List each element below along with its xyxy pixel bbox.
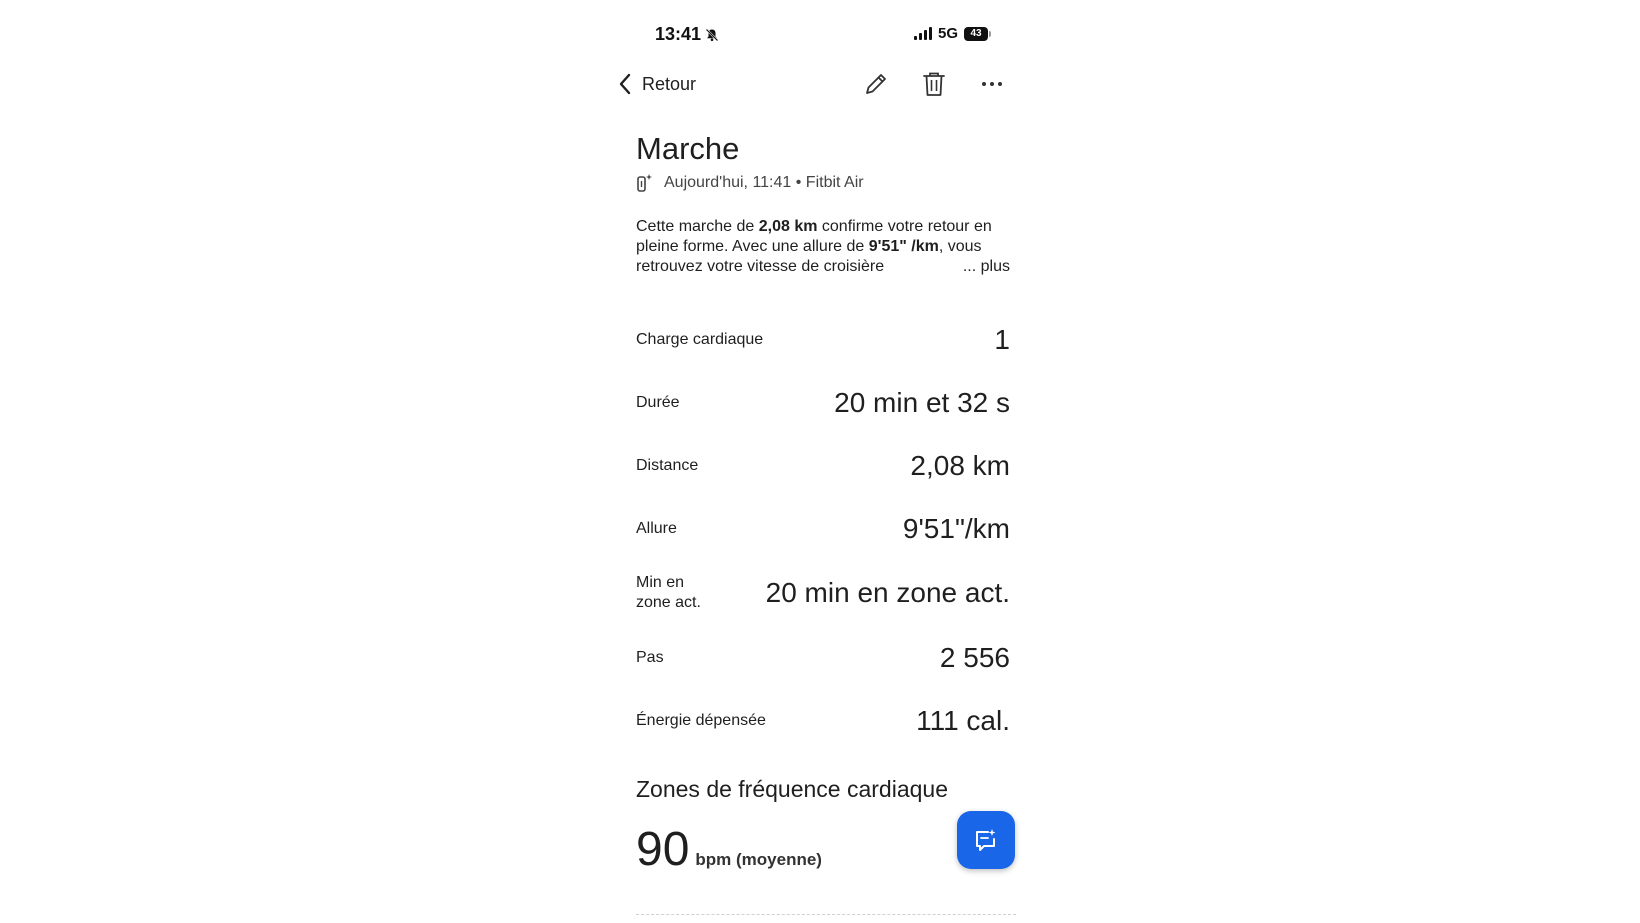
tracker-device-icon [637, 174, 652, 192]
stat-value: 20 min et 32 s [834, 386, 1010, 418]
stat-row-steps[interactable]: Pas 2 556 [636, 626, 1010, 689]
battery-icon: 43 [964, 26, 992, 41]
stat-label: Charge cardiaque [636, 330, 764, 348]
heart-rate-average-value: 90 [636, 823, 690, 876]
summary-text-1: Cette marche de [636, 218, 759, 236]
stat-label: Allure [636, 519, 677, 537]
activity-title: Marche [636, 131, 740, 166]
phone-screen: 13:41 5G 43 Retour Marche Aujourd'hui, 1… [612, 0, 1032, 923]
stat-value: 2,08 km [910, 449, 1010, 481]
stat-row-pace[interactable]: Allure 9'51"/km [636, 497, 1010, 560]
signal-icon [914, 27, 932, 40]
stat-row-heart-load[interactable]: Charge cardiaque 1 [636, 308, 1010, 371]
stat-label: Énergie dépensée [636, 711, 766, 729]
activity-summary: Cette marche de 2,08 km confirme votre r… [636, 217, 1010, 278]
bell-slash-icon [705, 28, 719, 41]
summary-pace: 9'51" /km [868, 238, 939, 256]
back-label: Retour [642, 73, 697, 94]
stat-label: Min en zone act. [636, 574, 701, 611]
stat-label: Durée [636, 393, 680, 411]
ai-chat-sparkle-icon [976, 829, 996, 851]
stat-row-duration[interactable]: Durée 20 min et 32 s [636, 371, 1010, 434]
activity-meta-text: Aujourd'hui, 11:41 • Fitbit Air [664, 174, 864, 192]
activity-header: Marche Aujourd'hui, 11:41 • Fitbit Air C… [636, 130, 1010, 278]
status-indicators: 5G 43 [914, 25, 992, 42]
more-horizontal-icon[interactable] [978, 70, 1006, 98]
battery-level: 43 [970, 28, 982, 39]
network-label: 5G [938, 25, 959, 42]
back-button[interactable]: Retour [618, 66, 696, 102]
pencil-icon[interactable] [862, 70, 890, 98]
chevron-left-icon [619, 73, 631, 95]
stat-value: 9'51"/km [902, 512, 1010, 544]
stat-row-active-zone[interactable]: Min en zone act. 20 min en zone act. [636, 560, 1010, 626]
ai-chat-button[interactable] [957, 811, 1015, 869]
status-time-text: 13:41 [655, 24, 702, 44]
summary-distance: 2,08 km [758, 218, 818, 236]
stat-label: Pas [636, 648, 664, 666]
heart-zone-chart-edge [636, 914, 1016, 919]
more-link[interactable]: ... plus [944, 257, 1010, 278]
stat-value: 111 cal. [916, 704, 1010, 736]
stat-value: 1 [994, 323, 1010, 355]
heart-rate-average: 90 bpm (moyenne) [636, 826, 822, 874]
stat-label: Distance [636, 456, 699, 474]
stat-value: 20 min en zone act. [765, 577, 1010, 608]
heart-rate-average-unit: bpm (moyenne) [695, 850, 822, 869]
status-time: 13:41 [655, 24, 719, 45]
top-toolbar: Retour [612, 66, 1032, 102]
stat-row-energy[interactable]: Énergie dépensée 111 cal. [636, 689, 1010, 752]
stat-row-distance[interactable]: Distance 2,08 km [636, 434, 1010, 497]
stats-list: Charge cardiaque 1 Durée 20 min et 32 s … [636, 308, 1010, 752]
stat-value: 2 556 [939, 641, 1010, 673]
trash-icon[interactable] [920, 70, 948, 98]
activity-meta: Aujourd'hui, 11:41 • Fitbit Air [636, 173, 1010, 193]
heart-zones-title: Zones de fréquence cardiaque [636, 776, 948, 802]
